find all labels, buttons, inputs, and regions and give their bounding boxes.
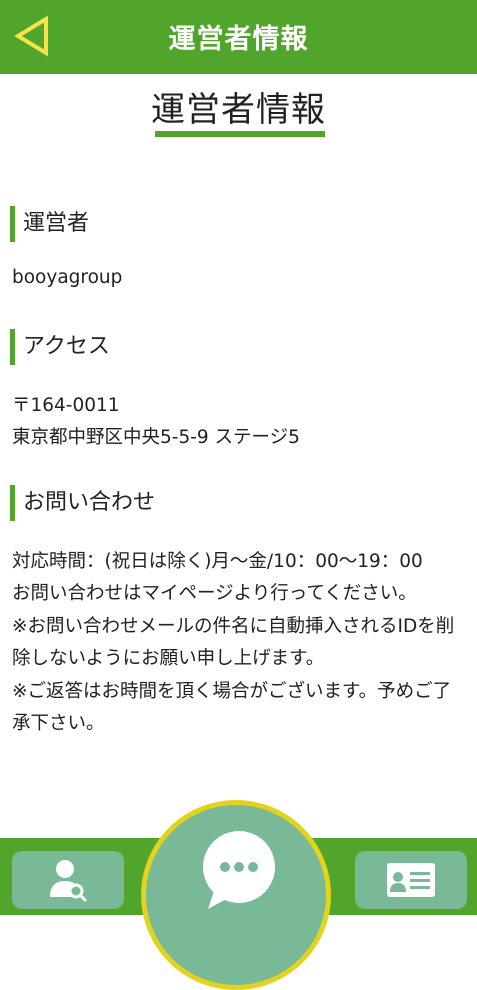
title-underline (155, 131, 325, 137)
app-header: 運営者情報 (0, 0, 477, 74)
id-card-icon (387, 863, 435, 897)
contact-line: ※お問い合わせメールの件名に自動挿入されるIDを削 (12, 616, 455, 637)
section-heading-contact: お問い合わせ (10, 485, 155, 521)
section-heading-operator: 運営者 (10, 206, 89, 242)
profile-card-button[interactable] (355, 851, 467, 909)
postal-code: 〒164-0011 (12, 395, 120, 416)
contact-line: お問い合わせはマイページより行ってください。 (12, 583, 417, 604)
contact-line: ※ご返答はお時間を頂く場合がございます。予めご了 (12, 681, 452, 702)
page-title: 運営者情報 (151, 90, 326, 130)
contact-line: 除しないようにお願い申し上げます。 (12, 648, 325, 669)
operator-name: booyagroup (12, 267, 123, 288)
header-title: 運営者情報 (168, 24, 309, 55)
user-search-icon (50, 860, 87, 902)
address: 東京都中野区中央5-5-9 ステージ5 (12, 427, 300, 448)
section-heading-access: アクセス (10, 329, 110, 365)
contact-line: 承下さい。 (12, 713, 105, 734)
chat-button[interactable] (141, 800, 331, 990)
search-user-button[interactable] (12, 851, 124, 909)
chat-bubble-icon (203, 831, 275, 909)
contact-line: 対応時間：(祝日は除く)月〜金/10：00〜19：00 (12, 551, 423, 572)
